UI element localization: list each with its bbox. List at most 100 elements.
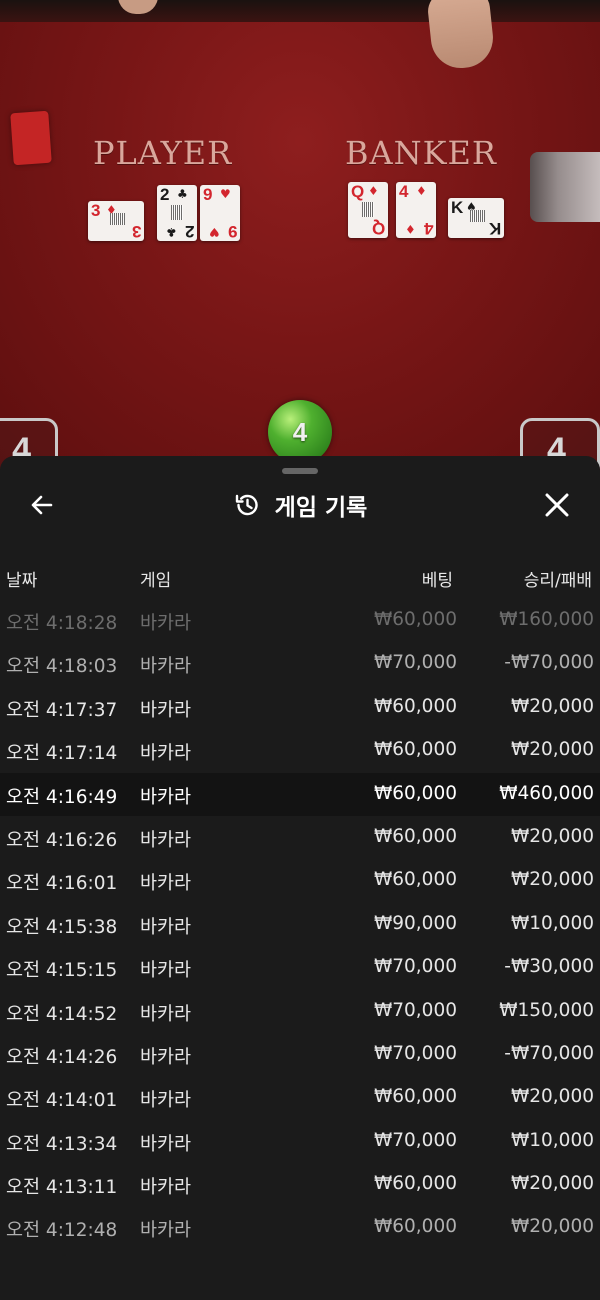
history-row[interactable]: 오전 4:16:26 바카라 ₩60,000 ₩20,000 — [0, 816, 600, 859]
row-bet: ₩70,000 — [373, 999, 457, 1021]
history-row[interactable]: 오전 4:16:49 바카라 ₩60,000 ₩460,000 — [0, 772, 600, 816]
row-game: 바카라 — [140, 1177, 192, 1199]
sheet-title-group: 게임 기록 — [0, 488, 600, 522]
history-row[interactable]: 오전 4:15:15 바카라 ₩70,000 -₩30,000 — [0, 946, 600, 989]
row-result: -₩70,000 — [504, 1042, 594, 1064]
row-game: 바카라 — [140, 829, 192, 851]
row-game: 바카라 — [140, 916, 192, 938]
history-row[interactable]: 오전 4:15:38 바카라 ₩90,000 ₩10,000 — [0, 903, 600, 946]
row-game: 바카라 — [140, 743, 192, 765]
sheet-title: 게임 기록 — [274, 495, 368, 521]
row-result: ₩20,000 — [510, 1086, 594, 1108]
row-time: 오전 4:16:49 — [6, 786, 118, 808]
card-shoe — [530, 152, 600, 222]
row-game: 바카라 — [140, 1090, 192, 1112]
player-card-3: 9 ♥ 9 ♥ — [200, 185, 240, 241]
game-history-sheet: 게임 기록 날짜 게임 베팅 승리/패배 오전 4:18:28 바카라 ₩60,00… — [0, 456, 600, 1300]
row-result: ₩20,000 — [510, 695, 594, 717]
history-row[interactable]: 오전 4:17:37 바카라 ₩60,000 ₩20,000 — [0, 686, 600, 729]
row-time: 오전 4:17:37 — [6, 699, 118, 721]
history-row[interactable]: 오전 4:14:52 바카라 ₩70,000 ₩150,000 — [0, 990, 600, 1033]
dealer-area — [0, 0, 600, 22]
player-label: PLAYER — [93, 134, 233, 172]
history-row[interactable]: 오전 4:12:48 바카라 ₩60,000 ₩20,000 — [0, 1206, 600, 1249]
history-row[interactable]: 오전 4:13:34 바카라 ₩70,000 ₩10,000 — [0, 1120, 600, 1163]
row-game: 바카라 — [140, 960, 192, 982]
banker-label: BANKER — [345, 134, 497, 172]
history-row[interactable]: 오전 4:17:14 바카라 ₩60,000 ₩20,000 — [0, 729, 600, 772]
row-bet: ₩60,000 — [373, 782, 457, 804]
round-score-ball: 4 — [268, 400, 332, 464]
row-result: ₩20,000 — [510, 869, 594, 891]
row-result: ₩10,000 — [510, 1129, 594, 1151]
row-result: ₩20,000 — [510, 1216, 594, 1238]
row-time: 오전 4:18:03 — [6, 656, 118, 678]
column-header-bet: 베팅 — [421, 571, 453, 591]
row-game: 바카라 — [140, 1003, 192, 1025]
row-bet: ₩60,000 — [373, 869, 457, 891]
row-game: 바카라 — [140, 1133, 192, 1155]
history-row[interactable]: 오전 4:13:11 바카라 ₩60,000 ₩20,000 — [0, 1163, 600, 1206]
game-table: PLAYER BANKER 3 ♦ 3 2 ♣ 2 ♣ 9 ♥ 9 ♥ Q ♦ … — [0, 0, 600, 470]
column-header-game: 게임 — [140, 571, 172, 591]
history-icon — [235, 494, 258, 516]
banker-card-1: Q ♦ Q — [348, 182, 388, 238]
row-bet: ₩70,000 — [373, 956, 457, 978]
close-button[interactable] — [540, 488, 574, 522]
history-row-partial — [0, 1250, 600, 1293]
row-bet: ₩70,000 — [373, 1042, 457, 1064]
history-row[interactable]: 오전 4:16:01 바카라 ₩60,000 ₩20,000 — [0, 859, 600, 902]
sheet-drag-handle[interactable] — [282, 468, 318, 474]
row-game: 바카라 — [140, 873, 192, 895]
row-bet: ₩60,000 — [373, 1173, 457, 1195]
row-result: ₩20,000 — [510, 825, 594, 847]
row-result: -₩70,000 — [504, 652, 594, 674]
row-game: 바카라 — [140, 1046, 192, 1068]
history-list[interactable]: 오전 4:18:28 바카라 ₩60,000 ₩160,000 오전 4:18:03 바카… — [0, 599, 600, 1250]
row-time: 오전 4:13:11 — [6, 1177, 118, 1199]
row-time: 오전 4:15:15 — [6, 960, 118, 982]
history-row[interactable]: 오전 4:18:03 바카라 ₩70,000 -₩70,000 — [0, 642, 600, 685]
row-bet: ₩60,000 — [373, 695, 457, 717]
row-bet: ₩70,000 — [373, 652, 457, 674]
history-row[interactable]: 오전 4:14:01 바카라 ₩60,000 ₩20,000 — [0, 1076, 600, 1119]
history-row[interactable]: 오전 4:14:26 바카라 ₩70,000 -₩70,000 — [0, 1033, 600, 1076]
history-row[interactable]: 오전 4:18:28 바카라 ₩60,000 ₩160,000 — [0, 599, 600, 642]
player-card-2: 2 ♣ 2 ♣ — [157, 185, 197, 241]
row-result: ₩150,000 — [499, 999, 594, 1021]
column-header-result: 승리/패배 — [523, 571, 592, 591]
row-bet: ₩70,000 — [373, 1129, 457, 1151]
row-game: 바카라 — [140, 613, 192, 634]
row-result: ₩20,000 — [510, 739, 594, 761]
row-result: ₩20,000 — [510, 1173, 594, 1195]
row-time: 오전 4:15:38 — [6, 916, 118, 938]
column-header-date: 날짜 — [6, 571, 38, 591]
row-result: ₩160,000 — [499, 609, 594, 630]
row-game: 바카라 — [140, 656, 192, 678]
row-game: 바카라 — [140, 1220, 192, 1242]
discard-card — [10, 110, 52, 166]
row-time: 오전 4:17:14 — [6, 743, 118, 765]
row-bet: ₩60,000 — [373, 1086, 457, 1108]
row-result: ₩460,000 — [499, 782, 594, 804]
row-bet: ₩60,000 — [373, 609, 457, 630]
row-result: ₩10,000 — [510, 912, 594, 934]
row-time: 오전 4:16:01 — [6, 873, 118, 895]
row-time: 오전 4:13:34 — [6, 1133, 118, 1155]
row-bet: ₩60,000 — [373, 1216, 457, 1238]
row-bet: ₩60,000 — [373, 739, 457, 761]
row-bet: ₩90,000 — [373, 912, 457, 934]
row-game: 바카라 — [140, 786, 192, 808]
banker-card-3: K ♠ K — [448, 198, 504, 238]
row-result: -₩30,000 — [504, 956, 594, 978]
row-time: 오전 4:12:48 — [6, 1220, 118, 1242]
sheet-header: 게임 기록 — [0, 480, 600, 530]
row-time: 오전 4:18:28 — [6, 613, 118, 634]
close-icon — [545, 493, 569, 517]
row-time: 오전 4:14:26 — [6, 1046, 118, 1068]
row-time: 오전 4:14:01 — [6, 1090, 118, 1112]
banker-card-2: 4 ♦ 4 ♦ — [396, 182, 436, 238]
row-time: 오전 4:16:26 — [6, 829, 118, 851]
row-time: 오전 4:14:52 — [6, 1003, 118, 1025]
row-bet: ₩60,000 — [373, 825, 457, 847]
